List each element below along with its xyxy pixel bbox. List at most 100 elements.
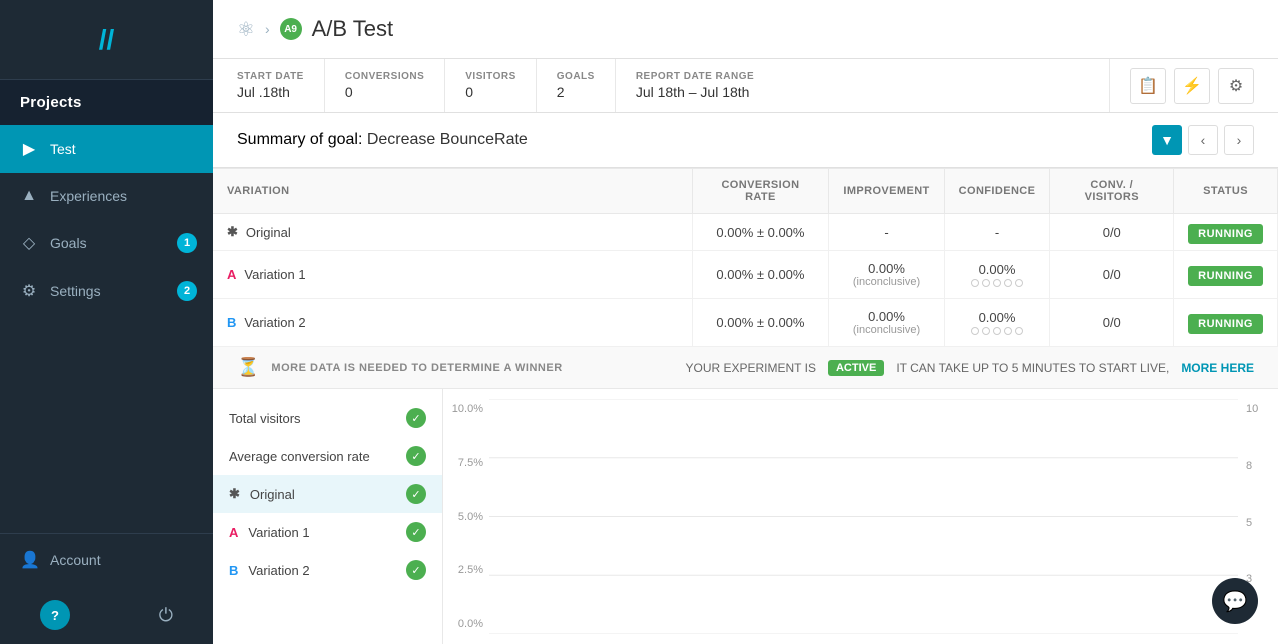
- chart-svg: [489, 399, 1238, 634]
- logo: //: [0, 0, 213, 80]
- legend-check-avg-conv-rate: ✓: [406, 446, 426, 466]
- sidebar-bottom: 👤 Account ? ⏻: [0, 533, 213, 644]
- table-row: ✱ Original 0.00% ± 0.00% - - 0/0 RUNNING: [213, 214, 1278, 251]
- legend-item-variation2[interactable]: B Variation 2 ✓: [213, 551, 442, 589]
- legend-var-b-marker: B: [229, 563, 238, 578]
- stats-bar: START DATE Jul .18th CONVERSIONS 0 VISIT…: [213, 59, 1278, 113]
- account-item[interactable]: 👤 Account: [0, 533, 213, 586]
- var1-status: RUNNING: [1174, 251, 1278, 299]
- sidebar-item-settings[interactable]: ⚙ Settings 2: [0, 267, 213, 315]
- var-1-label: Variation 1: [244, 267, 305, 282]
- sidebar-nav: ▶ Test ▲ Experiences ◇ Goals 1 ⚙ Setting…: [0, 125, 213, 533]
- var2-confidence: 0.00%: [944, 299, 1050, 347]
- chart-canvas: [489, 399, 1238, 634]
- help-button[interactable]: ?: [40, 600, 70, 630]
- legend-original-label: Original: [250, 487, 295, 502]
- var-2-label: Variation 2: [244, 315, 305, 330]
- var2-conv-visitors: 0/0: [1050, 299, 1174, 347]
- sidebar: // Projects ▶ Test ▲ Experiences ◇ Goals…: [0, 0, 213, 644]
- var2-inconclusive: (inconclusive): [843, 324, 929, 336]
- dot: [993, 279, 1001, 287]
- chart-y-labels: 10.0% 7.5% 5.0% 2.5% 0.0%: [443, 399, 489, 634]
- sidebar-item-test[interactable]: ▶ Test: [0, 125, 213, 173]
- projects-label[interactable]: Projects: [0, 80, 213, 125]
- original-conv-visitors: 0/0: [1050, 214, 1174, 251]
- sidebar-item-experiences-label: Experiences: [50, 188, 127, 204]
- settings-badge: 2: [177, 281, 197, 301]
- stat-visitors-value: 0: [465, 84, 516, 100]
- active-badge: ACTIVE: [828, 360, 884, 376]
- original-conv-rate: 0.00% ± 0.00%: [692, 214, 829, 251]
- sidebar-item-goals-label: Goals: [50, 235, 87, 251]
- dot: [982, 327, 990, 335]
- sidebar-item-experiences[interactable]: ▲ Experiences: [0, 173, 213, 219]
- stat-conversions: CONVERSIONS 0: [345, 59, 445, 112]
- variation-1: A Variation 1: [213, 251, 692, 299]
- stat-report-range-value: Jul 18th – Jul 18th: [636, 84, 1089, 100]
- col-variation: VARIATION: [213, 169, 692, 214]
- goals-badge: 1: [177, 233, 197, 253]
- dot: [982, 279, 990, 287]
- col-conversion-rate: CONVERSION RATE: [692, 169, 829, 214]
- dot: [1015, 327, 1023, 335]
- copy-button[interactable]: 📋: [1130, 68, 1166, 104]
- original-status: RUNNING: [1174, 214, 1278, 251]
- col-conv-visitors: CONV. / VISITORS: [1050, 169, 1174, 214]
- settings-button[interactable]: ⚙: [1218, 68, 1254, 104]
- stat-start-date: START DATE Jul .18th: [237, 59, 325, 112]
- var2-improvement-value: 0.00%: [843, 309, 929, 324]
- table-row: B Variation 2 0.00% ± 0.00% 0.00% (incon…: [213, 299, 1278, 347]
- var-b-marker: B: [227, 315, 236, 330]
- summary-next-button[interactable]: ›: [1224, 125, 1254, 155]
- col-confidence: CONFIDENCE: [944, 169, 1050, 214]
- legend-variation2-label: Variation 2: [248, 563, 309, 578]
- summary-dropdown-button[interactable]: ▼: [1152, 125, 1182, 155]
- stat-visitors: VISITORS 0: [465, 59, 537, 112]
- dot: [1004, 279, 1012, 287]
- share-button[interactable]: ⚡: [1174, 68, 1210, 104]
- var1-improvement: 0.00% (inconclusive): [829, 251, 944, 299]
- stat-report-range: REPORT DATE RANGE Jul 18th – Jul 18th: [636, 59, 1110, 112]
- y-label-4: 0.0%: [443, 618, 489, 630]
- var1-confidence: 0.00%: [944, 251, 1050, 299]
- legend-item-original[interactable]: ✱ Original ✓: [213, 475, 442, 513]
- chat-button[interactable]: 💬: [1212, 578, 1258, 624]
- stat-goals-value: 2: [557, 84, 595, 100]
- stat-visitors-label: VISITORS: [465, 71, 516, 82]
- summary-prev-button[interactable]: ‹: [1188, 125, 1218, 155]
- legend-check-original: ✓: [406, 484, 426, 504]
- more-here-link[interactable]: MORE HERE: [1181, 361, 1254, 375]
- settings-icon: ⚙: [20, 281, 38, 301]
- stat-report-range-label: REPORT DATE RANGE: [636, 71, 1089, 82]
- power-button[interactable]: ⏻: [139, 593, 193, 638]
- sidebar-item-test-label: Test: [50, 141, 76, 157]
- account-icon: 👤: [20, 550, 38, 570]
- dot: [971, 327, 979, 335]
- sidebar-item-goals[interactable]: ◇ Goals 1: [0, 219, 213, 267]
- var-a-marker: A: [227, 267, 236, 282]
- experiences-icon: ▲: [20, 187, 38, 205]
- stat-goals: GOALS 2: [557, 59, 616, 112]
- legend-item-avg-conv-rate[interactable]: Average conversion rate ✓: [213, 437, 442, 475]
- table-row: A Variation 1 0.00% ± 0.00% 0.00% (incon…: [213, 251, 1278, 299]
- var2-conv-rate: 0.00% ± 0.00%: [692, 299, 829, 347]
- variation-2: B Variation 2: [213, 299, 692, 347]
- var2-confidence-dots: [959, 327, 1036, 335]
- summary-goal: Decrease BounceRate: [367, 131, 528, 148]
- chart-legend: Total visitors ✓ Average conversion rate…: [213, 389, 443, 644]
- chart-section: Total visitors ✓ Average conversion rate…: [213, 389, 1278, 644]
- table-header-row: VARIATION CONVERSION RATE IMPROVEMENT CO…: [213, 169, 1278, 214]
- stat-goals-label: GOALS: [557, 71, 595, 82]
- dot: [993, 327, 1001, 335]
- stat-start-date-value: Jul .18th: [237, 84, 304, 100]
- legend-item-total-visitors[interactable]: Total visitors ✓: [213, 399, 442, 437]
- var2-improvement: 0.00% (inconclusive): [829, 299, 944, 347]
- var1-status-badge: RUNNING: [1188, 266, 1263, 286]
- hourglass-icon: ⏳: [237, 357, 259, 378]
- main-content-area: ⚛ › A9 A/B Test START DATE Jul .18th CON…: [213, 0, 1278, 644]
- stats-icons: 📋 ⚡ ⚙: [1130, 68, 1254, 104]
- legend-item-variation1[interactable]: A Variation 1 ✓: [213, 513, 442, 551]
- summary-controls: ▼ ‹ ›: [1152, 125, 1254, 155]
- col-improvement: IMPROVEMENT: [829, 169, 944, 214]
- variation-original: ✱ Original: [213, 214, 692, 251]
